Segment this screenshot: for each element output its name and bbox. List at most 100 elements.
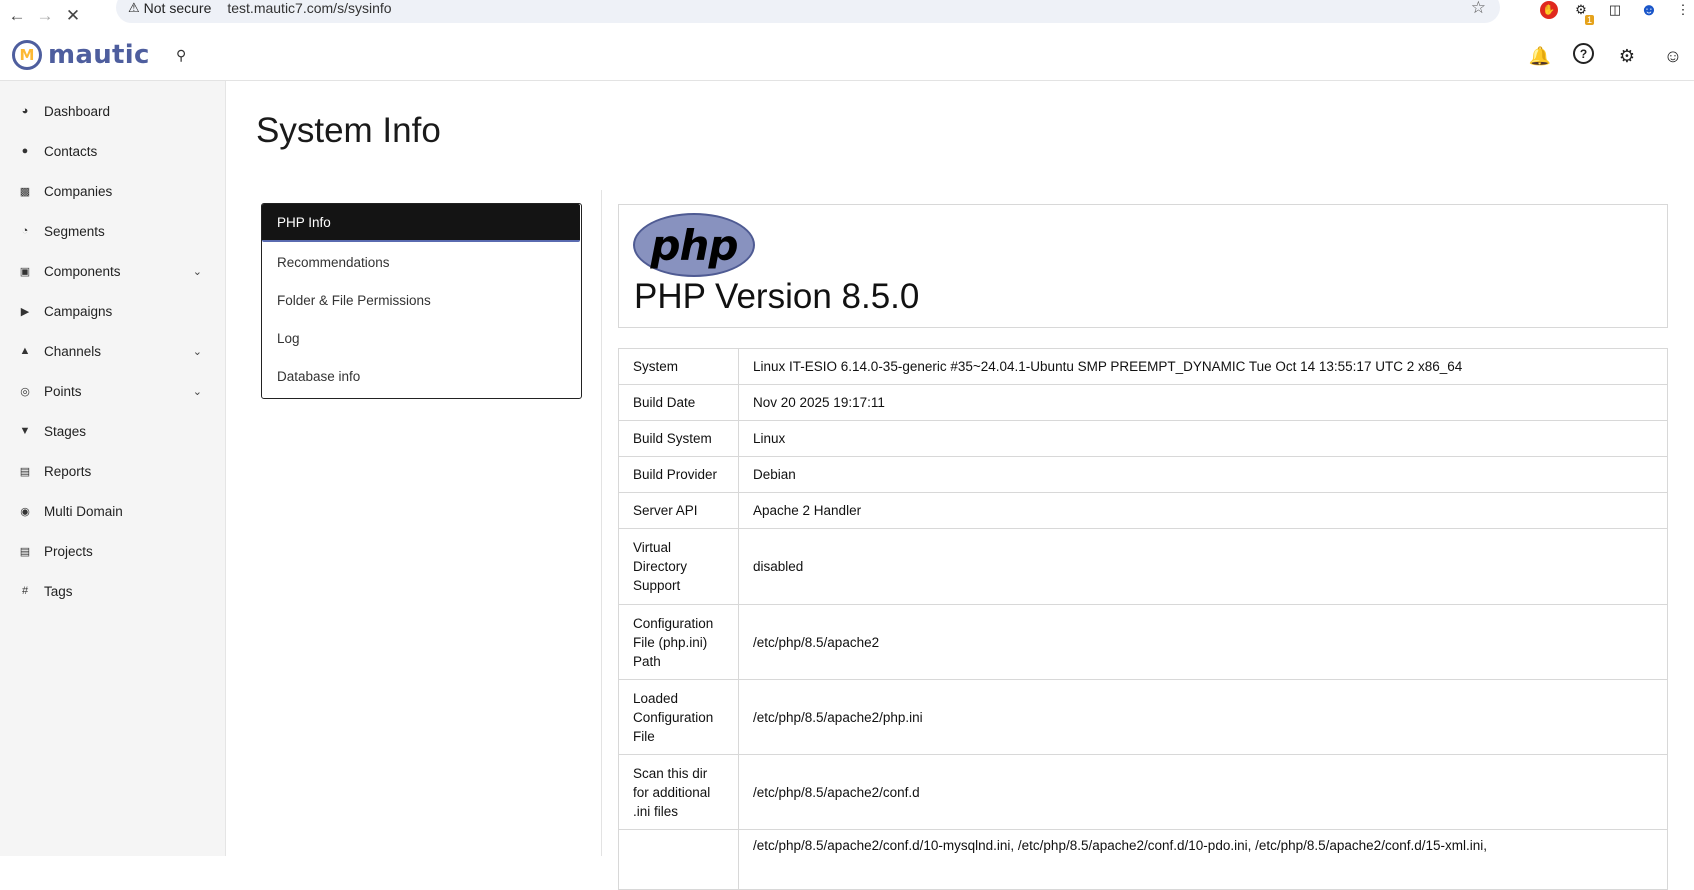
search-icon[interactable]: ⚲ <box>176 47 186 64</box>
user-icon: ● <box>21 145 29 157</box>
extension-badge-icon[interactable]: ⚙ 1 <box>1570 0 1594 25</box>
row-key: Virtual Directory Support <box>618 528 739 605</box>
php-logo: php <box>633 213 755 277</box>
sidebar-item-label: Channels <box>44 343 102 359</box>
sidebar-item-reports[interactable]: ▤ Reports <box>0 456 226 486</box>
content-divider <box>601 190 602 856</box>
page-title: System Info <box>256 111 441 150</box>
broadcast-icon: ▲ <box>19 345 31 357</box>
bell-icon[interactable]: 🔔 <box>1527 43 1553 69</box>
sidebar-item-stages[interactable]: ▼ Stages <box>0 416 226 446</box>
sidebar-item-contacts[interactable]: ● Contacts <box>0 136 226 166</box>
sidebar-item-label: Reports <box>44 463 92 479</box>
sidebar-item-label: Companies <box>44 183 113 199</box>
table-row: Virtual Directory Support disabled <box>618 528 1668 605</box>
user-account-icon[interactable]: ☺ <box>1660 43 1686 69</box>
mautic-logo[interactable]: M mautic <box>12 40 150 70</box>
table-row: Loaded Configuration File /etc/php/8.5/a… <box>618 679 1668 755</box>
table-row: Build System Linux <box>618 420 1668 457</box>
chevron-down-icon[interactable]: ⌄ <box>193 345 202 358</box>
extension-bar: ✋ ⚙ 1 ◫ ☻ ⋮ <box>1528 0 1694 25</box>
sidebar-item-multi-domain[interactable]: ◉ Multi Domain <box>0 496 226 526</box>
tab-log[interactable]: Log <box>262 319 580 357</box>
row-key: Build Date <box>618 384 739 421</box>
sidebar-item-label: Contacts <box>44 143 98 159</box>
sidebar-item-label: Points <box>44 383 82 399</box>
row-key: System <box>618 348 739 385</box>
help-icon[interactable]: ? <box>1573 43 1594 64</box>
gear-icon[interactable]: ⚙ <box>1614 43 1640 69</box>
table-row: System Linux IT-ESIO 6.14.0-35-generic #… <box>618 348 1668 385</box>
row-key: Server API <box>618 492 739 529</box>
forward-icon[interactable]: → <box>34 5 56 27</box>
sidebar-item-label: Stages <box>44 423 87 439</box>
header-actions: 🔔 ? ⚙ ☺ <box>1507 43 1686 69</box>
sidebar-item-components[interactable]: ▣ Components ⌄ <box>0 256 226 286</box>
report-icon: ▤ <box>19 465 31 478</box>
row-key: Scan this dir for additional .ini files <box>618 754 739 830</box>
profile-icon[interactable]: ☻ <box>1638 0 1660 21</box>
extension-badge-count: 1 <box>1584 15 1594 25</box>
globe-icon: ◉ <box>20 505 30 518</box>
puzzle-extensions-icon[interactable]: ◫ <box>1604 0 1626 21</box>
row-key: Configuration File (php.ini) Path <box>618 604 739 680</box>
row-value: Apache 2 Handler <box>738 492 1668 529</box>
security-label[interactable]: Not secure <box>144 0 212 16</box>
php-version-title: PHP Version 8.5.0 <box>634 277 920 316</box>
row-value: /etc/php/8.5/apache2 <box>738 604 1668 680</box>
sidebar-item-label: Tags <box>44 583 73 599</box>
sidebar-item-label: Components <box>44 263 121 279</box>
tab-php-info[interactable]: PHP Info <box>262 204 580 242</box>
pie-chart-icon: ◔ <box>21 225 29 237</box>
table-row: Configuration File (php.ini) Path /etc/p… <box>618 604 1668 680</box>
row-key: Loaded Configuration File <box>618 679 739 755</box>
box-icon: ▤ <box>19 545 31 558</box>
row-value: /etc/php/8.5/apache2/conf.d <box>738 754 1668 830</box>
url-text[interactable]: test.mautic7.com/s/sysinfo <box>227 0 391 16</box>
filter-icon: ▼ <box>19 425 31 437</box>
table-row: Server API Apache 2 Handler <box>618 492 1668 529</box>
adblock-extension-icon[interactable]: ✋ <box>1540 1 1558 19</box>
sidebar: ◕ Dashboard ● Contacts ▩ Companies ◔ Seg… <box>0 81 226 856</box>
building-icon: ▩ <box>19 185 31 198</box>
warning-icon: ⚠ <box>128 0 140 15</box>
sidebar-item-projects[interactable]: ▤ Projects <box>0 536 226 566</box>
tab-folder-file-permissions[interactable]: Folder & File Permissions <box>262 281 580 319</box>
coins-icon: ◎ <box>20 385 30 398</box>
sidebar-item-campaigns[interactable]: ▶ Campaigns <box>0 296 226 326</box>
browser-menu-icon[interactable]: ⋮ <box>1672 0 1694 21</box>
sidebar-item-segments[interactable]: ◔ Segments <box>0 216 226 246</box>
back-icon[interactable]: ← <box>6 5 28 27</box>
bookmark-star-icon[interactable]: ☆ <box>1471 0 1486 18</box>
tab-recommendations[interactable]: Recommendations <box>262 243 580 281</box>
row-key: Build System <box>618 420 739 457</box>
row-value: /etc/php/8.5/apache2/conf.d/10-mysqlnd.i… <box>738 829 1668 890</box>
sidebar-item-label: Campaigns <box>44 303 113 319</box>
sidebar-item-dashboard[interactable]: ◕ Dashboard <box>0 96 226 126</box>
sidebar-item-channels[interactable]: ▲ Channels ⌄ <box>0 336 226 366</box>
table-row: Build Provider Debian <box>618 456 1668 493</box>
row-value: Debian <box>738 456 1668 493</box>
sidebar-item-tags[interactable]: # Tags <box>0 576 226 606</box>
megaphone-icon: ▶ <box>20 305 30 318</box>
sidebar-item-companies[interactable]: ▩ Companies <box>0 176 226 206</box>
sidebar-item-label: Projects <box>44 543 93 559</box>
sidebar-item-label: Dashboard <box>44 103 111 119</box>
stop-loading-icon[interactable]: ✕ <box>62 5 84 27</box>
php-info-table: System Linux IT-ESIO 6.14.0-35-generic #… <box>618 348 1668 890</box>
chevron-down-icon[interactable]: ⌄ <box>193 265 202 278</box>
row-key: Build Provider <box>618 456 739 493</box>
table-row: /etc/php/8.5/apache2/conf.d/10-mysqlnd.i… <box>618 829 1668 890</box>
row-value: Linux IT-ESIO 6.14.0-35-generic #35~24.0… <box>738 348 1668 385</box>
chevron-down-icon[interactable]: ⌄ <box>193 385 202 398</box>
archive-icon: ▣ <box>19 265 31 278</box>
app-header: M mautic ⚲ 🔔 ? ⚙ ☺ <box>0 32 1694 81</box>
sidebar-item-points[interactable]: ◎ Points ⌄ <box>0 376 226 406</box>
row-value: Linux <box>738 420 1668 457</box>
mautic-logo-text: mautic <box>48 40 150 70</box>
address-bar[interactable]: ⚠ Not secure test.mautic7.com/s/sysinfo … <box>116 0 1500 23</box>
sidebar-item-label: Segments <box>44 223 105 239</box>
tab-database-info[interactable]: Database info <box>262 357 580 395</box>
row-value: /etc/php/8.5/apache2/php.ini <box>738 679 1668 755</box>
sidebar-item-label: Multi Domain <box>44 503 123 519</box>
